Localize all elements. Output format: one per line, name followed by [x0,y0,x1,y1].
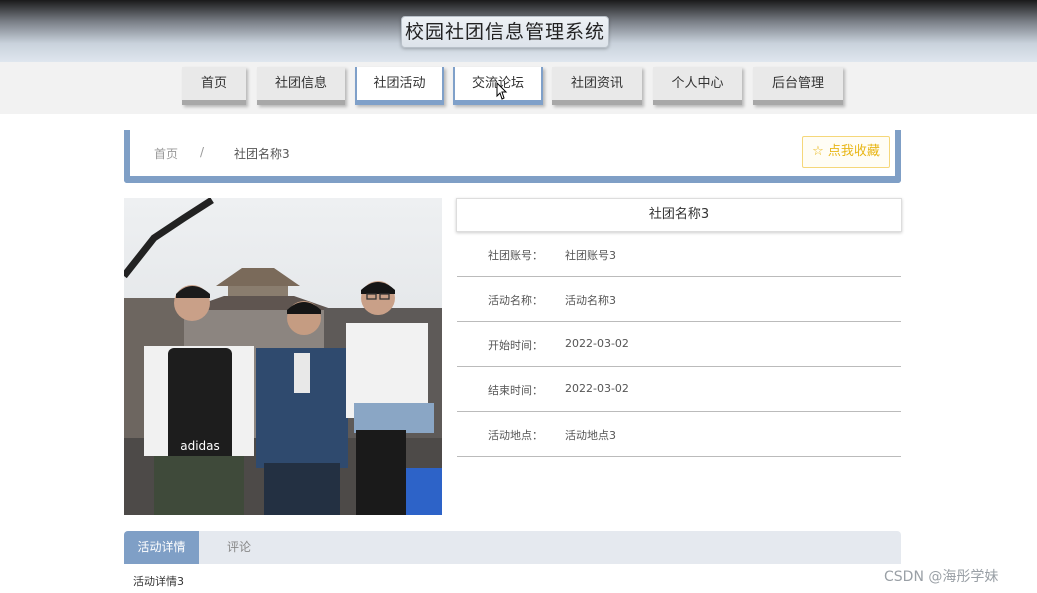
club-photo-image: adidas [124,198,442,515]
watermark: CSDN @海彤学妹 [884,569,999,585]
detail-tabs: 活动详情 评论 [124,531,901,564]
mouse-cursor-icon [496,82,508,100]
bag-logo-text: adidas [180,439,220,453]
nav-bar: 首页 社团信息 社团活动 交流论坛 社团资讯 个人中心 后台管理 [0,62,1037,114]
info-value: 活动地点3 [565,429,616,442]
nav-item-club-info[interactable]: 社团信息 [257,67,345,105]
info-row-club-account: 社团账号： 社团账号3 [457,232,901,277]
tab-activity-details[interactable]: 活动详情 [124,531,199,564]
info-label: 活动名称： [488,294,543,307]
breadcrumb-separator: / [200,145,205,159]
nav-item-personal-center[interactable]: 个人中心 [653,67,742,105]
info-label: 活动地点： [488,429,543,442]
info-label: 结束时间： [488,384,543,397]
breadcrumb-current: 社团名称3 [234,147,290,161]
info-row-location: 活动地点： 活动地点3 [457,412,901,457]
breadcrumb: 首页 / 社团名称3 ☆ 点我收藏 [124,130,901,183]
club-name-title: 社团名称3 [456,198,902,232]
tab-comments[interactable]: 评论 [199,531,279,564]
info-row-start-time: 开始时间： 2022-03-02 [457,322,901,367]
info-row-end-time: 结束时间： 2022-03-02 [457,367,901,412]
info-value: 2022-03-02 [565,382,629,395]
nav-item-home[interactable]: 首页 [182,67,246,105]
info-label: 社团账号： [488,249,543,262]
info-value: 社团账号3 [565,249,616,262]
activity-details-text: 活动详情3 [133,575,184,588]
nav-item-club-news[interactable]: 社团资讯 [552,67,642,105]
info-label: 开始时间： [488,339,543,352]
favorite-button[interactable]: ☆ 点我收藏 [802,136,890,168]
site-title: 校园社团信息管理系统 [401,16,609,48]
nav-item-club-activity[interactable]: 社团活动 [355,67,444,105]
nav-item-admin[interactable]: 后台管理 [753,67,843,105]
header-bar: 校园社团信息管理系统 [0,0,1037,62]
club-photo: adidas [124,198,442,515]
info-value: 2022-03-02 [565,337,629,350]
breadcrumb-home[interactable]: 首页 [154,145,178,162]
info-value: 活动名称3 [565,294,616,307]
info-row-activity-name: 活动名称： 活动名称3 [457,277,901,322]
